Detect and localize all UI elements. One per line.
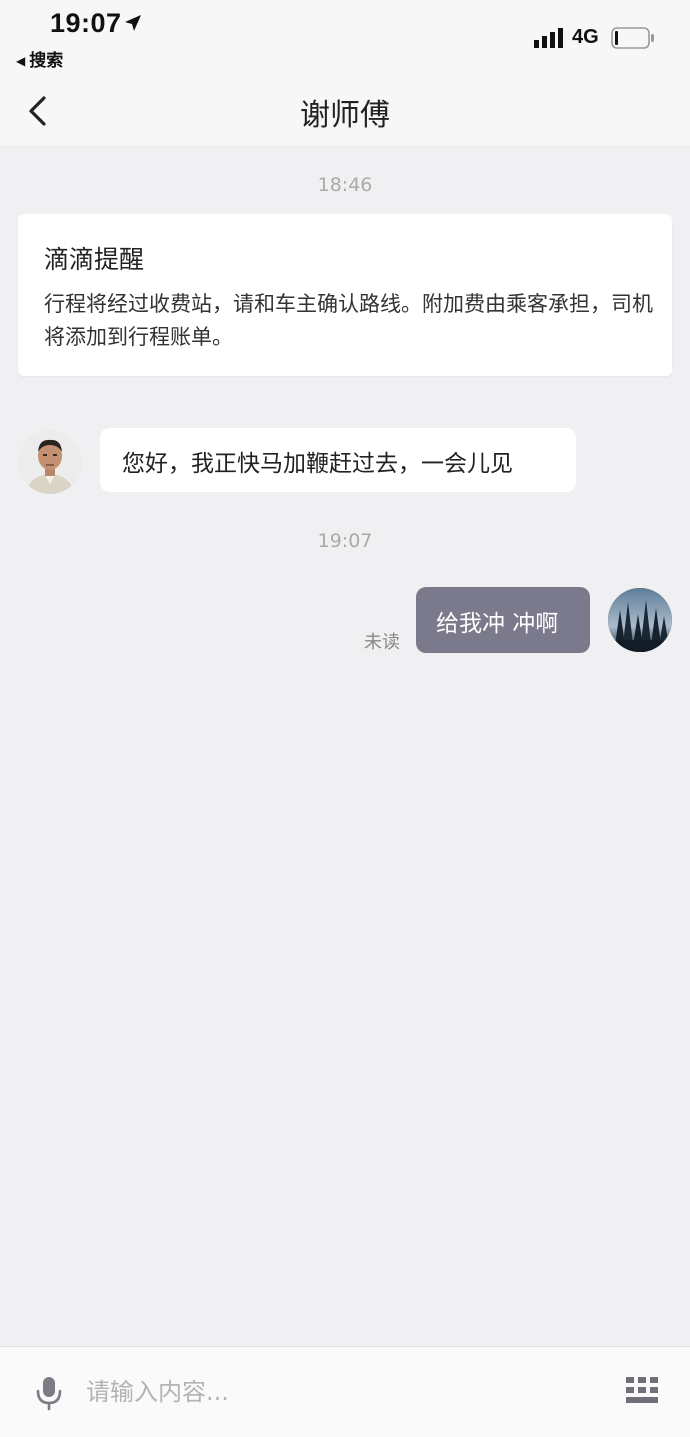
keyboard-icon[interactable]: [626, 1377, 658, 1405]
page-title: 谢师傅: [300, 98, 390, 133]
notice-title: 滴滴提醒: [44, 245, 145, 274]
battery-icon: [611, 27, 654, 49]
outgoing-message-text: 给我冲 冲啊: [436, 611, 559, 637]
status-time: 19:07: [50, 8, 122, 38]
status-bar: 19:07 ◀ 搜索 4G: [0, 0, 690, 76]
outgoing-message-bubble[interactable]: 给我冲 冲啊: [416, 587, 590, 653]
message-input-bar: [0, 1346, 690, 1437]
message-input[interactable]: [84, 1361, 598, 1423]
microphone-icon[interactable]: [34, 1375, 64, 1411]
signal-icon: [534, 28, 563, 48]
back-app-label: 搜索: [29, 51, 64, 71]
back-triangle-icon: ◀: [16, 54, 26, 68]
location-arrow-icon: [125, 15, 141, 31]
my-avatar[interactable]: [608, 588, 672, 652]
forest-avatar-image: [608, 588, 672, 652]
message-timestamp: 19:07: [317, 530, 373, 552]
incoming-message-bubble[interactable]: 您好，我正快马加鞭赶过去，一会儿见: [100, 428, 576, 492]
message-timestamp: 18:46: [317, 174, 373, 196]
read-status-label: 未读: [364, 632, 400, 653]
driver-photo: [18, 430, 82, 494]
incoming-message-text: 您好，我正快马加鞭赶过去，一会儿见: [122, 451, 513, 477]
notice-body: 行程将经过收费站，请和车主确认路线。附加费由乘客承担，司机将添加到行程账单。: [44, 292, 653, 349]
back-to-app-link[interactable]: ◀ 搜索: [16, 46, 63, 71]
nav-bar: 谢师傅: [0, 76, 690, 147]
driver-avatar[interactable]: [18, 430, 82, 494]
network-type: 4G: [572, 26, 599, 48]
system-notice-card: 滴滴提醒 行程将经过收费站，请和车主确认路线。附加费由乘客承担，司机将添加到行程…: [18, 214, 672, 376]
